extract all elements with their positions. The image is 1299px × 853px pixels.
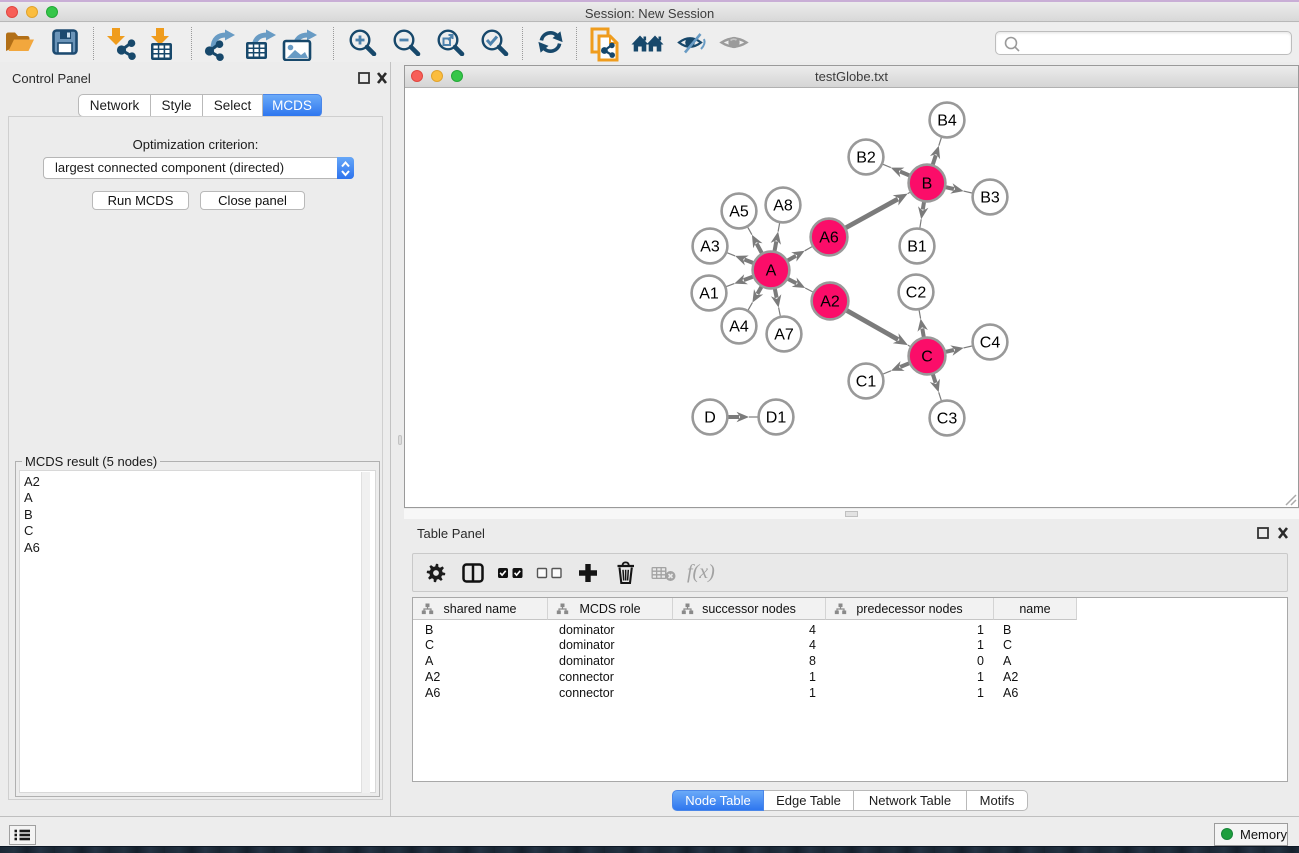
svg-text:B4: B4: [937, 113, 957, 130]
svg-text:D: D: [704, 410, 716, 427]
svg-text:B3: B3: [980, 190, 1000, 207]
svg-text:C3: C3: [937, 411, 958, 428]
svg-text:D1: D1: [766, 410, 787, 427]
svg-text:A: A: [766, 263, 777, 280]
svg-text:B: B: [922, 176, 933, 193]
svg-text:A5: A5: [729, 204, 749, 221]
svg-text:A8: A8: [773, 198, 793, 215]
svg-text:A2: A2: [820, 294, 840, 311]
svg-text:B2: B2: [856, 150, 876, 167]
svg-text:C1: C1: [856, 374, 877, 391]
svg-text:A1: A1: [699, 286, 719, 303]
svg-text:C4: C4: [980, 335, 1001, 352]
svg-text:A7: A7: [774, 327, 794, 344]
svg-text:C: C: [921, 349, 933, 366]
svg-text:A4: A4: [729, 319, 749, 336]
svg-text:A6: A6: [819, 230, 839, 247]
svg-text:B1: B1: [907, 239, 927, 256]
svg-text:C2: C2: [906, 285, 927, 302]
svg-text:A3: A3: [700, 239, 720, 256]
